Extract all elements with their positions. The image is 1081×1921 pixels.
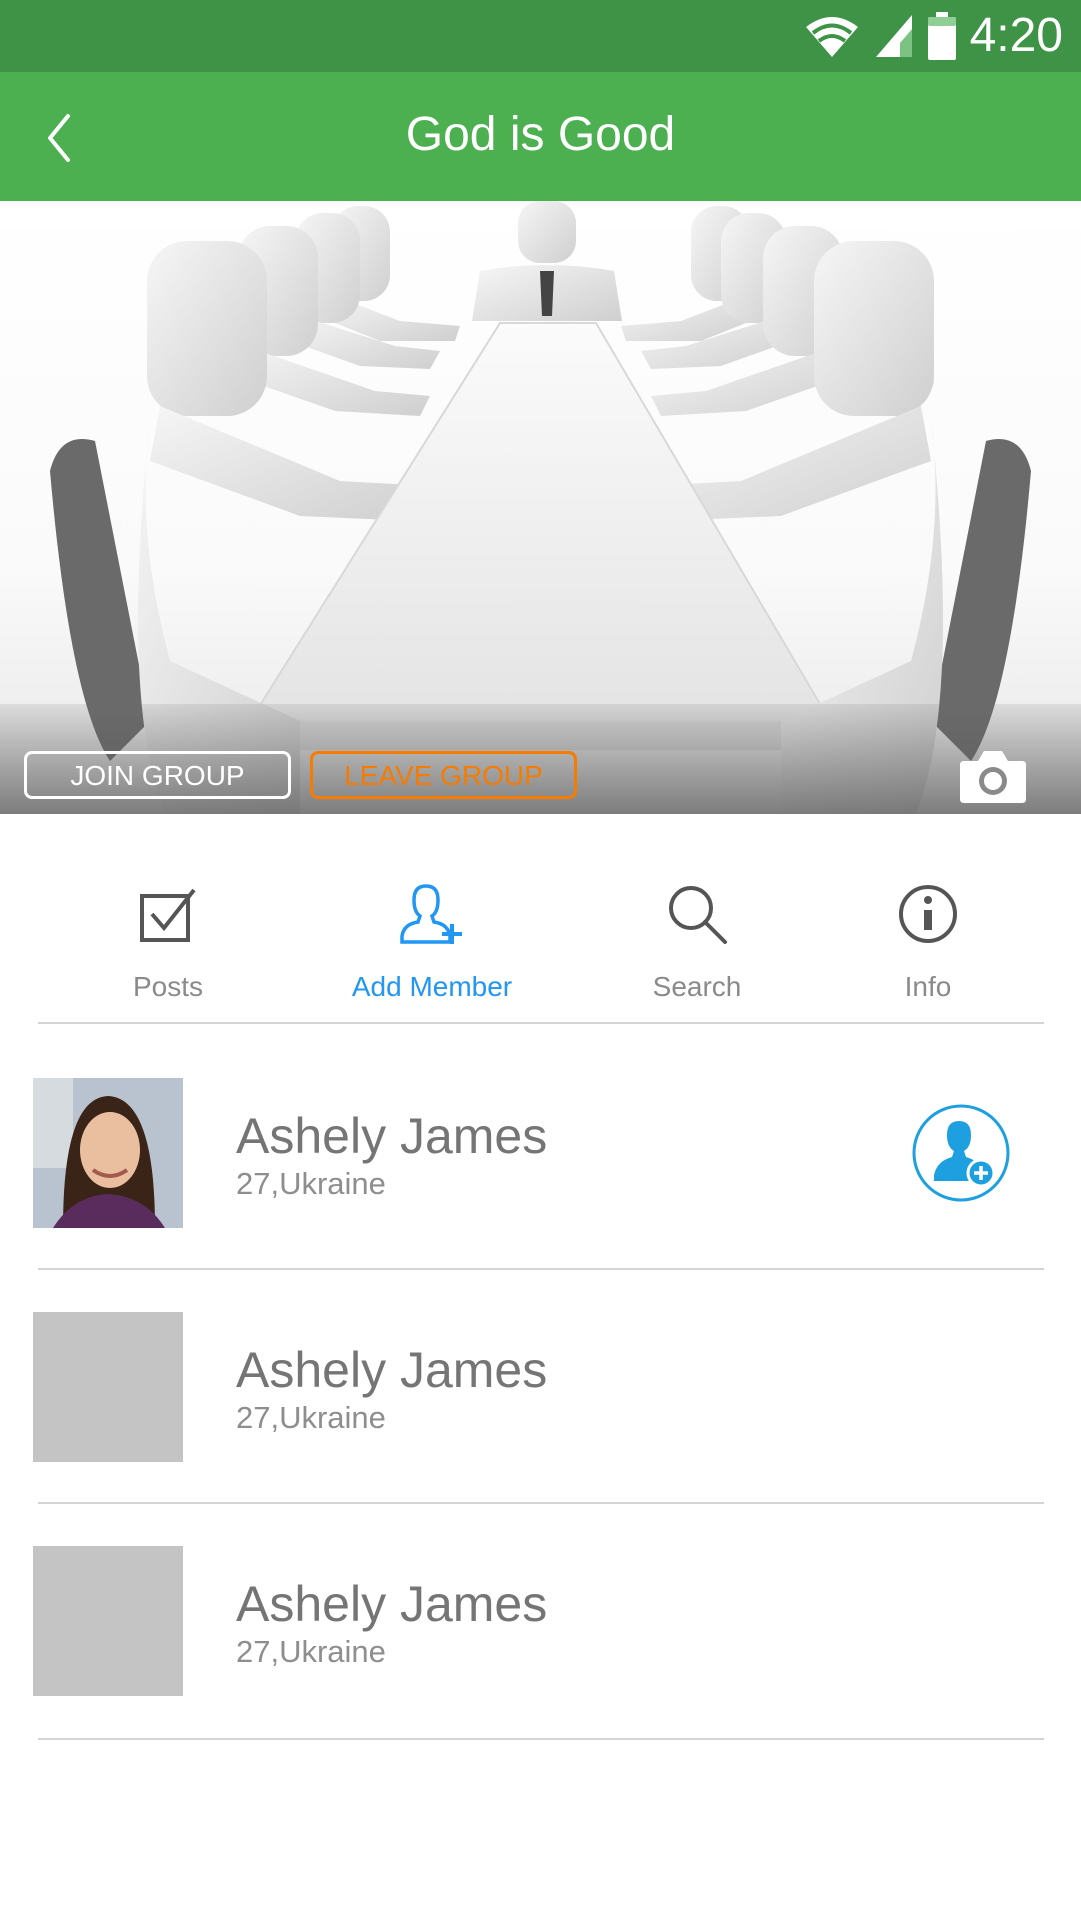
checkbox-icon	[140, 888, 196, 942]
tab-add-member-label: Add Member	[351, 971, 513, 1002]
avatar-placeholder	[33, 1546, 183, 1696]
member-meta: 27,Ukraine	[236, 1634, 386, 1669]
member-photo	[33, 1078, 183, 1228]
app-bar: God is Good	[0, 72, 1081, 201]
tab-posts[interactable]: Posts	[58, 870, 278, 1010]
divider	[38, 1738, 1044, 1740]
battery-icon	[927, 12, 956, 60]
member-row[interactable]: Ashely James 27,Ukraine	[0, 1312, 1081, 1548]
camera-button[interactable]	[958, 747, 1028, 805]
cover-image	[0, 201, 1081, 814]
tab-add-member[interactable]: Add Member	[322, 870, 542, 1010]
tab-bar: Posts Add Member Search Info	[38, 870, 1044, 1024]
tab-info[interactable]: Info	[818, 870, 1038, 1010]
divider	[38, 1502, 1044, 1504]
member-row[interactable]: Ashely James 27,Ukraine	[0, 1546, 1081, 1782]
status-bar: 4:20	[0, 0, 1081, 72]
tab-posts-label: Posts	[132, 971, 204, 1002]
tab-search-label: Search	[652, 971, 742, 1002]
avatar-placeholder	[33, 1312, 183, 1462]
member-row[interactable]: Ashely James 27,Ukraine	[0, 1078, 1081, 1314]
camera-icon	[960, 751, 1026, 803]
status-icons: 4:20	[804, 10, 1063, 62]
add-user-icon	[400, 884, 462, 944]
page-title: God is Good	[405, 108, 676, 161]
leave-group-button[interactable]: LEAVE GROUP	[310, 751, 577, 799]
member-name: Ashely James	[236, 1342, 548, 1398]
divider	[38, 1268, 1044, 1270]
member-meta: 27,Ukraine	[236, 1166, 386, 1201]
join-group-button[interactable]: JOIN GROUP	[24, 751, 291, 799]
wifi-icon	[805, 17, 858, 57]
avatar	[33, 1078, 183, 1228]
tab-info-label: Info	[904, 971, 952, 1002]
member-meta: 27,Ukraine	[236, 1400, 386, 1435]
tab-search[interactable]: Search	[587, 870, 807, 1010]
info-icon	[899, 885, 957, 943]
add-member-button[interactable]	[911, 1103, 1011, 1203]
signal-icon	[875, 15, 912, 57]
search-icon	[669, 886, 727, 944]
member-name: Ashely James	[236, 1108, 548, 1164]
status-time: 4:20	[969, 9, 1063, 62]
add-user-circle-icon	[912, 1104, 1010, 1202]
member-name: Ashely James	[236, 1576, 548, 1632]
